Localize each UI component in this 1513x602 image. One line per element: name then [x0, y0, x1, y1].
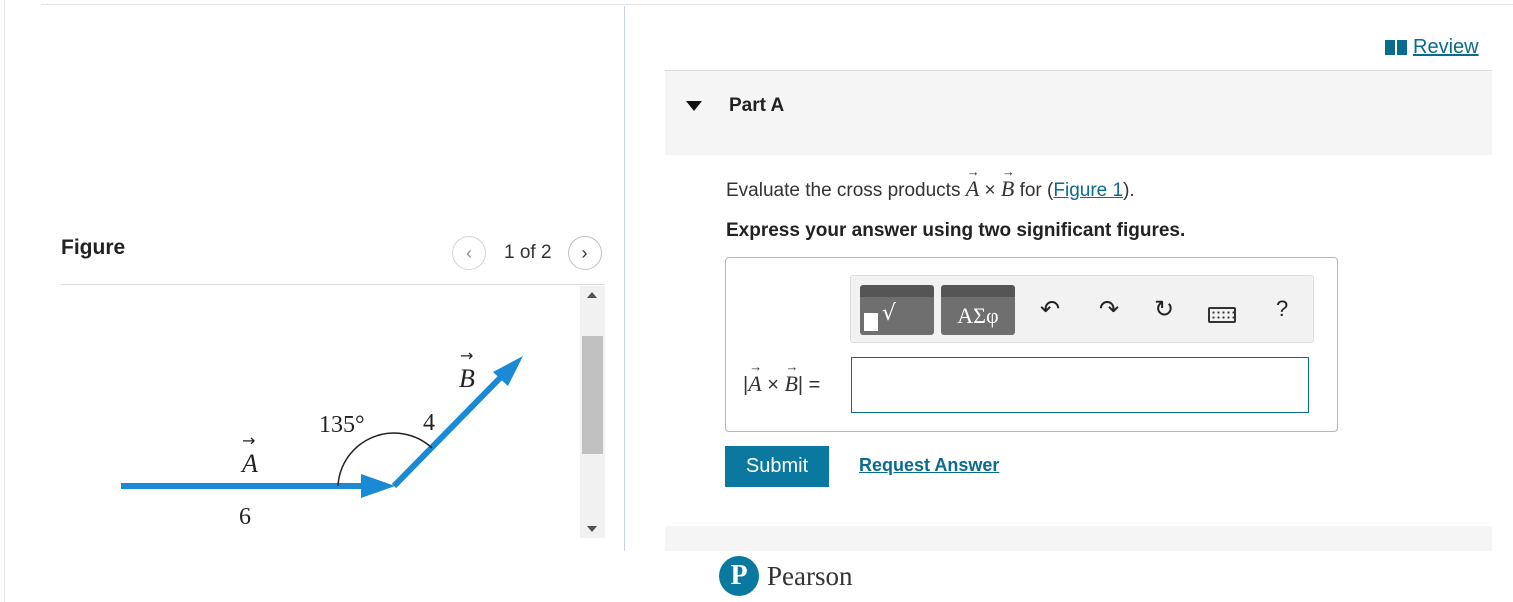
- instruction-text: Express your answer using two significan…: [726, 220, 1186, 241]
- left-edge-divider: [4, 0, 5, 602]
- pane-splitter[interactable]: [624, 6, 625, 551]
- math-toolbar: √ ΑΣφ ↶ ↷ ↻ ?: [850, 275, 1314, 343]
- label-vector-a: A: [240, 449, 258, 478]
- vector-figure: A → 6 135° 4 B →: [121, 346, 523, 530]
- question-suffix: ).: [1123, 180, 1135, 201]
- vector-b-overarrow-icon: →: [460, 346, 473, 365]
- book-icon: [1385, 40, 1407, 55]
- figure-pager: ‹ 1 of 2 ›: [452, 236, 602, 270]
- scroll-up-icon[interactable]: [587, 292, 597, 298]
- review-link[interactable]: Review: [1385, 36, 1479, 59]
- question-text: Evaluate the cross products A × B for (F…: [726, 164, 1135, 202]
- figure-title: Figure: [61, 236, 126, 259]
- label-angle: 135°: [319, 412, 365, 438]
- pager-prev-button[interactable]: ‹: [452, 236, 486, 270]
- scroll-thumb[interactable]: [582, 336, 603, 454]
- pager-next-button[interactable]: ›: [567, 236, 602, 270]
- question-vector-a: A: [966, 164, 980, 202]
- equation-label: |A × B| =: [743, 359, 821, 397]
- greek-symbols-button[interactable]: ΑΣφ: [941, 285, 1015, 335]
- question-prefix: Evaluate the cross products: [726, 180, 966, 201]
- submit-button[interactable]: Submit: [725, 446, 829, 487]
- vector-a-overarrow-icon: →: [242, 431, 255, 450]
- label-magnitude-a: 6: [239, 504, 251, 530]
- template-square-icon: [864, 313, 878, 331]
- figure-divider: [61, 284, 605, 285]
- label-vector-b: B: [459, 364, 475, 393]
- keyboard-icon[interactable]: [1208, 307, 1236, 323]
- eq-times: ×: [761, 374, 785, 396]
- label-magnitude-b: 4: [423, 410, 435, 436]
- chevron-right-icon: ›: [581, 242, 588, 263]
- vector-a-arrowhead: [361, 474, 395, 498]
- figure-scrollbar[interactable]: [580, 286, 605, 538]
- radical-icon: √: [882, 301, 897, 326]
- vector-b-arrow: [391, 374, 504, 489]
- top-divider: [41, 4, 1513, 5]
- pearson-brand: P Pearson: [719, 556, 852, 596]
- request-answer-link[interactable]: Request Answer: [859, 455, 999, 476]
- answer-input[interactable]: [851, 357, 1309, 413]
- question-cross: ×: [979, 180, 1001, 201]
- pager-count: 1 of 2: [504, 242, 552, 263]
- undo-icon[interactable]: ↶: [1037, 298, 1063, 322]
- answer-box: √ ΑΣφ ↶ ↷ ↻ ? |A × B| =: [725, 257, 1338, 432]
- part-title: Part A: [729, 95, 785, 116]
- figure-link[interactable]: Figure 1: [1053, 180, 1123, 201]
- eq-vector-b: B: [784, 359, 798, 397]
- pearson-name: Pearson: [767, 560, 853, 591]
- eq-close: | =: [797, 374, 821, 396]
- pearson-logo-icon: P: [719, 556, 759, 596]
- eq-vector-a: A: [748, 359, 762, 397]
- redo-icon[interactable]: ↷: [1096, 298, 1122, 322]
- templates-button[interactable]: √: [860, 285, 934, 335]
- review-label: Review: [1413, 36, 1479, 58]
- caret-down-icon[interactable]: [686, 101, 702, 111]
- chevron-left-icon: ‹: [466, 242, 472, 263]
- help-icon[interactable]: ?: [1276, 296, 1288, 322]
- reset-icon[interactable]: ↻: [1151, 298, 1177, 322]
- question-vector-b: B: [1001, 164, 1015, 202]
- part-header[interactable]: Part A: [665, 71, 1492, 155]
- next-part-band: [665, 526, 1492, 551]
- scroll-down-icon[interactable]: [587, 526, 597, 532]
- question-for: for (: [1014, 180, 1054, 201]
